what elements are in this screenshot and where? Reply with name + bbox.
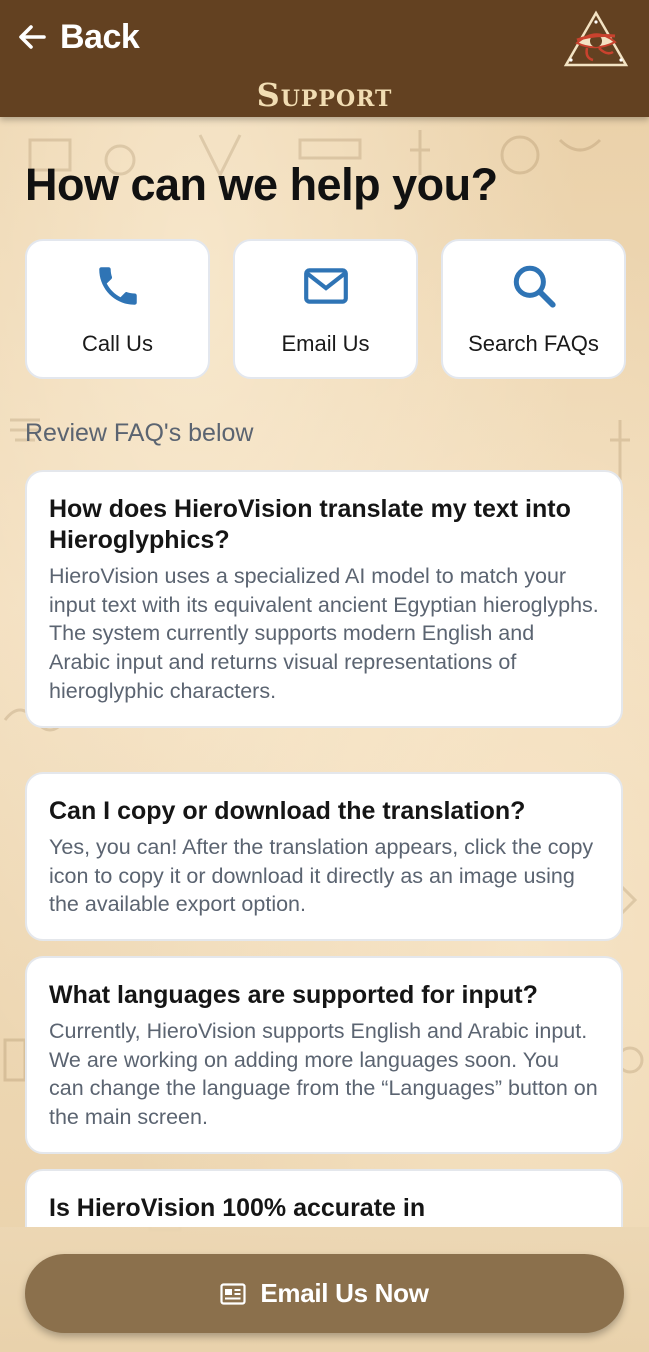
faq-section-label: Review FAQ's below [25,419,254,447]
faq-question: Can I copy or download the translation? [49,797,526,825]
call-us-button[interactable]: Call Us [25,239,210,379]
faq-answer: HieroVision uses a specialized AI model … [49,564,599,703]
arrow-left-icon [19,25,46,49]
email-us-now-button[interactable]: Email Us Now [25,1254,624,1333]
search-faqs-button[interactable]: Search FAQs [441,239,626,379]
faq-question: What languages are supported for input? [49,981,538,1009]
faq-card[interactable]: Is HieroVision 100% accurate in [25,1169,623,1227]
call-us-label: Call Us [82,331,153,356]
faq-question: Is HieroVision 100% accurate in [49,1194,426,1222]
faq-card[interactable]: How does HieroVision translate my text i… [25,470,623,728]
envelope-icon [301,261,351,311]
faq-card[interactable]: What languages are supported for input? … [25,956,623,1154]
faq-answer: Yes, you can! After the translation appe… [49,835,594,917]
faq-answer: Currently, HieroVision supports English … [49,1019,598,1130]
email-us-now-label: Email Us Now [260,1278,429,1308]
phone-icon [93,261,143,311]
search-icon [509,261,559,311]
email-us-button[interactable]: Email Us [233,239,418,379]
back-label: Back [60,17,140,56]
faq-question: How does HieroVision translate my text i… [49,495,571,554]
email-us-label: Email Us [281,331,370,356]
help-headline: How can we help you? [25,159,498,210]
search-faqs-label: Search FAQs [468,331,599,356]
contact-card-icon [220,1282,246,1305]
page-title: Support [256,76,393,114]
contact-actions: Call Us Email Us Search FAQs [25,239,626,379]
top-app-bar: Back Support [0,0,649,117]
eye-of-ra-logo-icon [563,10,629,67]
back-button[interactable]: Back [16,14,140,60]
faq-card[interactable]: Can I copy or download the translation? … [25,772,623,942]
support-content: How can we help you? Call Us Email Us Se… [0,117,649,1227]
